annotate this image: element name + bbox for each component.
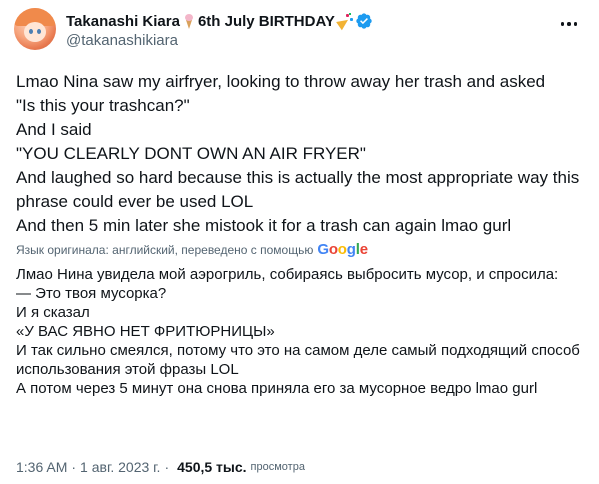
translated-line: — Это твоя мусорка? (16, 285, 167, 302)
separator-dot: · (164, 459, 170, 475)
tweet-date[interactable]: 1 авг. 2023 г. (80, 458, 160, 476)
author-handle[interactable]: @takanashikiara (66, 32, 178, 49)
tweet-meta: 1:36 AM · 1 авг. 2023 г. · 450,5 тыс. пр… (16, 458, 305, 476)
translated-line: А потом через 5 минут она снова приняла … (16, 380, 538, 397)
author-name-line[interactable]: Takanashi Kiara 6th July BIRTHDAY (66, 12, 373, 31)
translated-line: И я сказал (16, 304, 90, 321)
tweet-line: "YOU CLEARLY DONT OWN AN AIR FRYER" (16, 144, 366, 163)
translated-line: Лмао Нина увидела мой аэрогриль, собирая… (16, 266, 559, 283)
translation-note-text: Язык оригинала: английский, переведено с… (16, 243, 314, 257)
translation-note: Язык оригинала: английский, переведено с… (16, 241, 368, 259)
tweet-line: And I said (16, 120, 92, 139)
ice-cream-icon (184, 13, 194, 29)
views-count: 450,5 тыс. (177, 459, 247, 475)
party-popper-icon (336, 13, 353, 31)
tweet-time[interactable]: 1:36 AM (16, 458, 67, 476)
more-options-icon[interactable] (557, 14, 581, 34)
translated-line: И так сильно смеялся, потому что это на … (16, 342, 580, 378)
author-name-suffix[interactable]: 6th July BIRTHDAY (198, 13, 335, 30)
separator-dot: · (71, 459, 77, 475)
tweet-line: And laughed so hard because this is actu… (16, 168, 580, 211)
tweet-header: Takanashi Kiara 6th July BIRTHDAY @takan… (0, 0, 599, 60)
verified-badge-icon[interactable] (355, 12, 373, 30)
translated-text: Лмао Нина увидела мой аэрогриль, собирая… (16, 265, 586, 398)
tweet-line: And then 5 min later she mistook it for … (16, 216, 512, 235)
author-display-name[interactable]: Takanashi Kiara (66, 13, 180, 30)
translated-line: «У ВАС ЯВНО НЕТ ФРИТЮРНИЦЫ» (16, 323, 275, 340)
avatar[interactable] (14, 8, 56, 50)
tweet-text: Lmao Nina saw my airfryer, looking to th… (16, 70, 586, 238)
views-label: просмотра (250, 461, 305, 473)
tweet-line: Lmao Nina saw my airfryer, looking to th… (16, 72, 546, 91)
google-logo[interactable]: Google (317, 241, 368, 259)
tweet-line: "Is this your trashcan?" (16, 96, 190, 115)
